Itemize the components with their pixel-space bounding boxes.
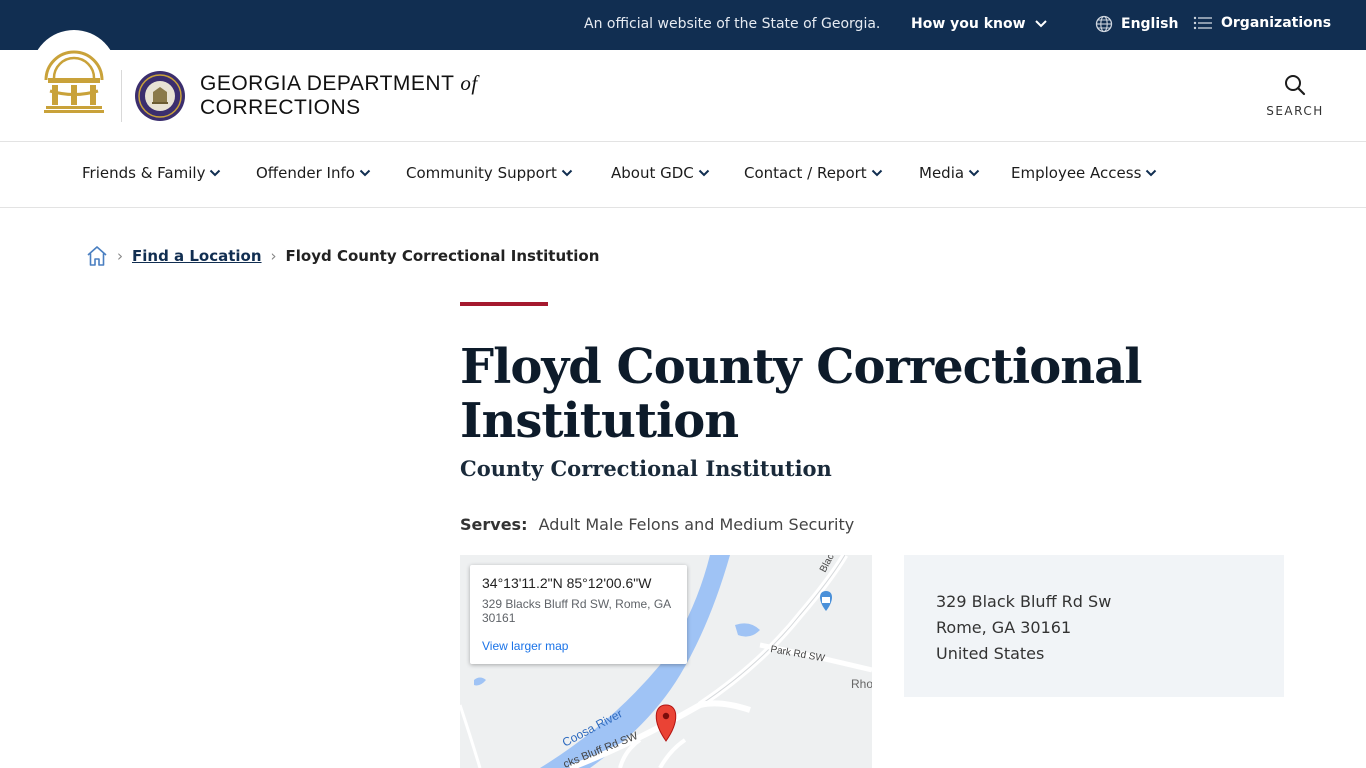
search-button[interactable]: SEARCH [1262,74,1328,118]
official-site-text: An official website of the State of Geor… [584,16,881,32]
view-larger-map-link[interactable]: View larger map [482,639,675,653]
organizations-label: Organizations [1221,15,1332,31]
language-label: English [1121,16,1179,32]
nav-friends-family[interactable]: Friends & Family [82,164,221,182]
chevron-down-icon [1034,20,1047,28]
nav-employee-access[interactable]: Employee Access [1011,164,1157,182]
map-coordinates: 34°13'11.2"N 85°12'00.6"W [482,575,652,591]
map-label-place: Rho [851,677,872,691]
chevron-down-icon [210,169,221,177]
list-icon [1193,16,1212,30]
main-navigation: Friends & Family Offender Info Community… [0,143,1366,208]
gdc-seal-icon[interactable] [134,70,186,122]
title-accent-bar [460,302,548,306]
chevron-down-icon [1146,169,1157,177]
home-icon[interactable] [86,245,108,267]
page-title: Floyd County Correctional Institution [460,339,1143,449]
search-icon [1285,75,1306,96]
location-map[interactable]: Coosa River cks Bluff Rd SW Park Rd SW B… [460,555,872,768]
serves-info: Serves: Adult Male Felons and Medium Sec… [460,515,854,534]
chevron-down-icon [871,169,882,177]
nav-community-support[interactable]: Community Support [406,164,573,182]
address-line3: United States [936,644,1045,663]
chevron-down-icon [359,169,371,177]
breadcrumb-find-location[interactable]: Find a Location [132,247,262,265]
official-banner: An official website of the State of Geor… [0,0,1366,50]
serves-value: Adult Male Felons and Medium Security [538,515,855,534]
map-label-road1: Park Rd SW [769,644,826,664]
chevron-right-icon: › [117,247,123,265]
address-line2: Rome, GA 30161 [936,618,1072,637]
how-you-know-button[interactable]: How you know [911,16,1048,32]
header-divider [121,70,122,122]
nav-item-label: About GDC [611,164,694,182]
nav-offender-info[interactable]: Offender Info [256,164,371,182]
address-line1: 329 Black Bluff Rd Sw [936,592,1112,611]
nav-about-gdc[interactable]: About GDC [611,164,710,182]
breadcrumb-current: Floyd County Correctional Institution [285,247,600,265]
chevron-down-icon [968,169,980,177]
nav-media[interactable]: Media [919,164,980,182]
nav-item-label: Offender Info [256,164,355,182]
page-subtitle: County Correctional Institution [460,456,832,481]
search-label: SEARCH [1266,104,1324,118]
nav-item-label: Friends & Family [82,164,206,182]
site-title-line1: GEORGIA DEPARTMENT [200,72,455,95]
site-title[interactable]: GEORGIA DEPARTMENT of CORRECTIONS [200,71,478,120]
nav-contact-report[interactable]: Contact / Report [744,164,883,182]
breadcrumb: › Find a Location › Floyd County Correct… [86,244,599,268]
language-selector[interactable]: English [1095,15,1178,33]
georgia-state-seal-icon[interactable] [40,42,108,114]
chevron-down-icon [561,169,573,177]
site-title-line2: CORRECTIONS [200,96,361,119]
chevron-down-icon [698,169,709,177]
site-title-of: of [460,71,478,95]
map-address: 329 Blacks Bluff Rd SW, Rome, GA 30161 [482,597,671,625]
how-you-know-label: How you know [911,16,1026,32]
organizations-button[interactable]: Organizations [1193,15,1331,31]
globe-icon [1095,15,1113,33]
chevron-right-icon: › [270,247,277,265]
address-card: 329 Black Bluff Rd Sw Rome, GA 30161 Uni… [904,555,1284,697]
nav-item-label: Contact / Report [744,164,867,182]
serves-label: Serves: [460,515,528,534]
map-info-card: 34°13'11.2"N 85°12'00.6"W 329 Blacks Blu… [470,565,687,664]
nav-item-label: Media [919,164,965,182]
nav-item-label: Community Support [406,164,557,182]
nav-item-label: Employee Access [1011,164,1142,182]
